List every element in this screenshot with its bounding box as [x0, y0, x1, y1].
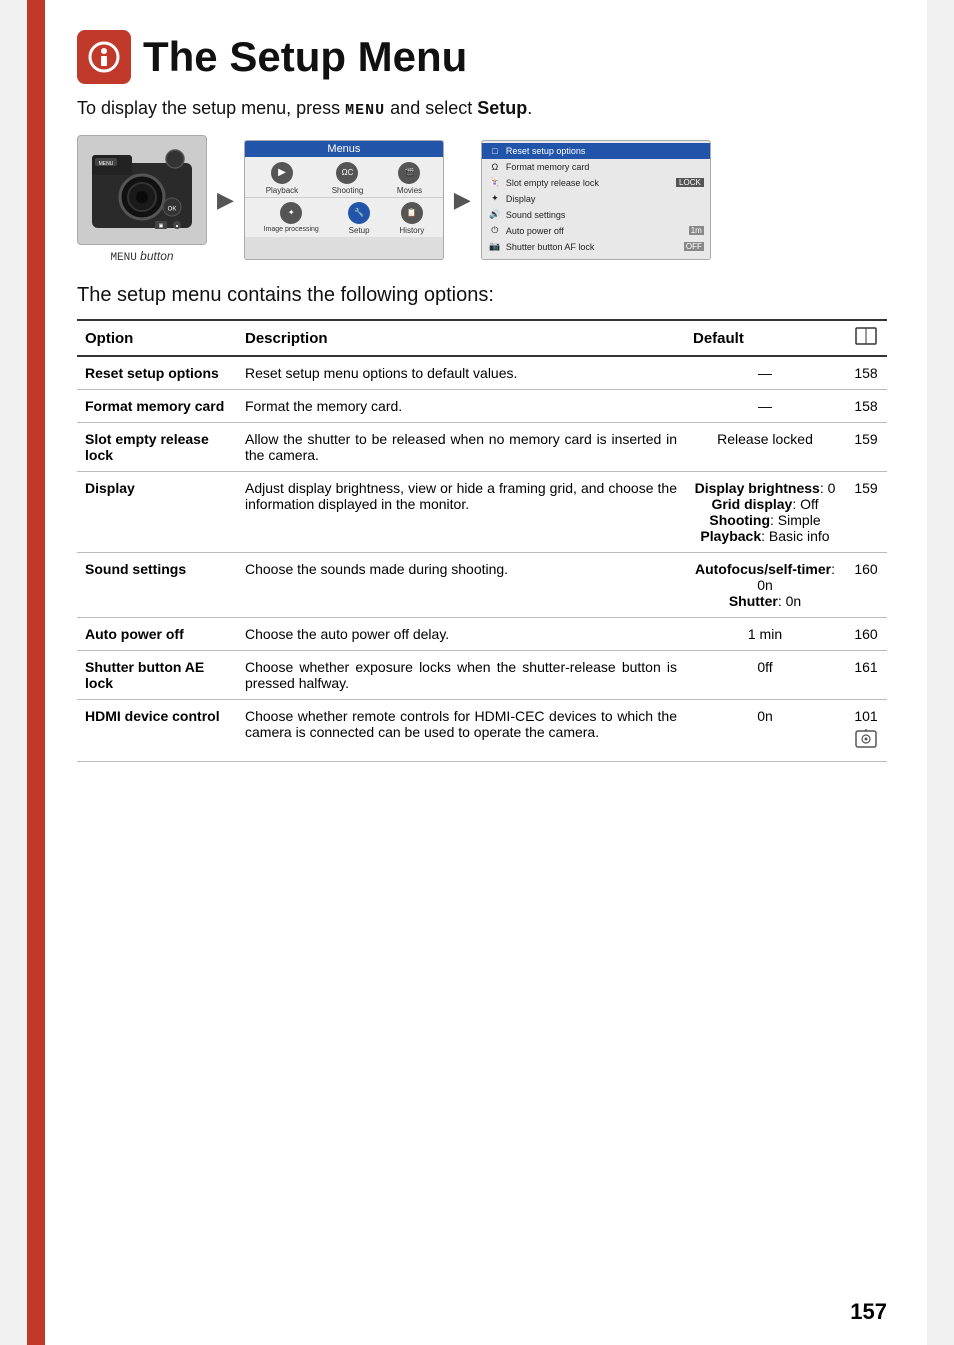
subtitle-and-select: and select	[385, 98, 477, 118]
page-hdmi: 101	[845, 700, 887, 762]
table-row: Display Adjust display brightness, view …	[77, 472, 887, 553]
default-display: Display brightness: 0 Grid display: Off …	[685, 472, 845, 553]
subtitle: To display the setup menu, press MENU an…	[77, 98, 887, 119]
menu-word: MENU	[345, 102, 385, 119]
option-slot: Slot empty release lock	[77, 423, 237, 472]
page-auto-power: 160	[845, 618, 887, 651]
desc-shutter-ae: Choose whether exposure locks when the s…	[237, 651, 685, 700]
screenshots-row: MENU OK ▣ ● MENU button	[77, 135, 887, 264]
option-display: Display	[77, 472, 237, 553]
subtitle-setup: Setup	[477, 98, 527, 118]
desc-slot: Allow the shutter to be released when no…	[237, 423, 685, 472]
arrow-2: ▶	[454, 187, 471, 213]
svg-text:▣: ▣	[159, 223, 164, 229]
page-container: The Setup Menu To display the setup menu…	[27, 0, 927, 1345]
camera-image: MENU OK ▣ ●	[77, 135, 207, 245]
table-row: Auto power off Choose the auto power off…	[77, 618, 887, 651]
menu-icon-history: 📋 History	[399, 202, 424, 235]
setup-row-power: ⏻ Auto power off 1m	[482, 223, 710, 239]
main-content: The Setup Menu To display the setup menu…	[77, 30, 887, 762]
menu-icon-movies: 🎬 Movies	[397, 162, 422, 195]
setup-row-slot: 🃏 Slot empty release lock LOCK	[482, 175, 710, 191]
menus-screen-title: Menus	[245, 141, 443, 157]
table-row: Reset setup options Reset setup menu opt…	[77, 356, 887, 390]
setup-row-shutter: 📷 Shutter button AF lock OFF	[482, 239, 710, 255]
menu-icons-row2: ✦ Image processing 🔧 Setup 📋 History	[245, 197, 443, 237]
page-reset: 158	[845, 356, 887, 390]
title-section: The Setup Menu	[77, 30, 887, 84]
col-header-default: Default	[685, 320, 845, 356]
page-slot: 159	[845, 423, 887, 472]
option-shutter-ae: Shutter button AE lock	[77, 651, 237, 700]
page-title: The Setup Menu	[143, 34, 467, 80]
option-reset: Reset setup options	[77, 356, 237, 390]
col-header-description: Description	[237, 320, 685, 356]
option-hdmi: HDMI device control	[77, 700, 237, 762]
options-table: Option Description Default Reset setup o…	[77, 319, 887, 762]
default-slot: Release locked	[685, 423, 845, 472]
svg-text:●: ●	[175, 224, 178, 230]
option-sound: Sound settings	[77, 553, 237, 618]
desc-reset: Reset setup menu options to default valu…	[237, 356, 685, 390]
desc-sound: Choose the sounds made during shooting.	[237, 553, 685, 618]
default-shutter-ae: 0ff	[685, 651, 845, 700]
default-auto-power: 1 min	[685, 618, 845, 651]
svg-text:MENU: MENU	[99, 161, 114, 167]
arrow-1: ▶	[217, 187, 234, 213]
menu-button-label: MENU button	[110, 249, 173, 264]
table-row: Slot empty release lock Allow the shutte…	[77, 423, 887, 472]
camera-illustration: MENU OK ▣ ● MENU button	[77, 135, 207, 264]
menu-icon-setup: 🔧 Setup	[348, 202, 370, 235]
desc-format: Format the memory card.	[237, 390, 685, 423]
setup-row-reset: □ Reset setup options	[482, 143, 710, 159]
setup-menu-screen: □ Reset setup options Ω Format memory ca…	[481, 140, 711, 260]
desc-auto-power: Choose the auto power off delay.	[237, 618, 685, 651]
section-heading: The setup menu contains the following op…	[77, 284, 887, 307]
col-header-option: Option	[77, 320, 237, 356]
table-body: Reset setup options Reset setup menu opt…	[77, 356, 887, 762]
setup-menu-rows: □ Reset setup options Ω Format memory ca…	[482, 141, 710, 257]
title-icon	[77, 30, 131, 84]
table-row: Format memory card Format the memory car…	[77, 390, 887, 423]
default-format: —	[685, 390, 845, 423]
desc-display: Adjust display brightness, view or hide …	[237, 472, 685, 553]
setup-row-display: ✦ Display	[482, 191, 710, 207]
menu-icons-row1: ▶ Playback ΩC Shooting 🎬 Movies	[245, 157, 443, 197]
menu-icon-shooting: ΩC Shooting	[332, 162, 364, 195]
table-header: Option Description Default	[77, 320, 887, 356]
default-reset: —	[685, 356, 845, 390]
subtitle-prefix: To display the setup menu, press	[77, 98, 345, 118]
table-row: Shutter button AE lock Choose whether ex…	[77, 651, 887, 700]
setup-row-format: Ω Format memory card	[482, 159, 710, 175]
table-row: Sound settings Choose the sounds made du…	[77, 553, 887, 618]
menu-icon-image-processing: ✦ Image processing	[264, 202, 319, 235]
option-format: Format memory card	[77, 390, 237, 423]
svg-text:OK: OK	[168, 207, 177, 213]
menus-screen: Menus ▶ Playback ΩC Shooting 🎬 Movies	[244, 140, 444, 260]
option-auto-power: Auto power off	[77, 618, 237, 651]
page-number: 157	[850, 1299, 887, 1325]
desc-hdmi: Choose whether remote controls for HDMI-…	[237, 700, 685, 762]
page-sound: 160	[845, 553, 887, 618]
setup-row-sound: 🔊 Sound settings	[482, 207, 710, 223]
default-sound: Autofocus/self-timer: 0n Shutter: 0n	[685, 553, 845, 618]
page-display: 159	[845, 472, 887, 553]
menu-icon-playback: ▶ Playback	[266, 162, 298, 195]
hdmi-icon	[855, 728, 877, 753]
default-hdmi: 0n	[685, 700, 845, 762]
page-shutter-ae: 161	[845, 651, 887, 700]
col-header-book	[845, 320, 887, 356]
red-sidebar-bar	[27, 0, 45, 1345]
page-format: 158	[845, 390, 887, 423]
table-row: HDMI device control Choose whether remot…	[77, 700, 887, 762]
